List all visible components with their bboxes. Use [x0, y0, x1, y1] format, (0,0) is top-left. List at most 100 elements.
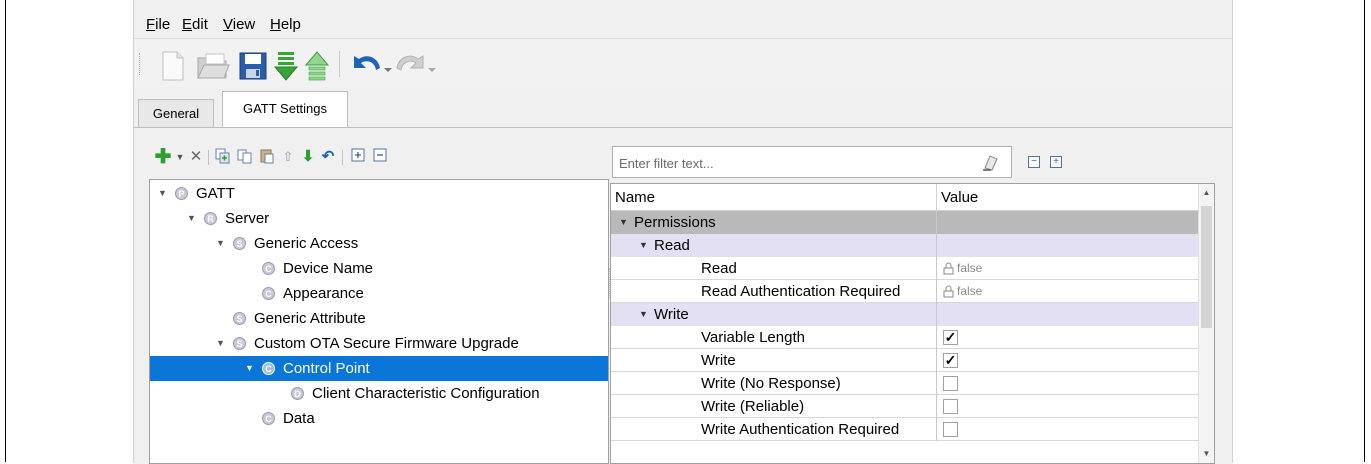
property-value: false [936, 257, 1198, 280]
menu-file[interactable]: File [146, 16, 170, 33]
tab-gatt-settings[interactable]: GATT Settings [222, 91, 348, 129]
scroll-down-icon[interactable]: ▼ [1201, 447, 1212, 461]
scroll-up-icon[interactable]: ▲ [1201, 186, 1212, 200]
property-value [936, 234, 1198, 257]
tree-item[interactable]: D Client Characteristic Configuration [150, 381, 608, 406]
property-name: Read [654, 237, 690, 254]
property-row[interactable]: Read false [611, 257, 1198, 280]
category-expand-icon[interactable]: ▼ [619, 211, 628, 234]
filter-input[interactable] [617, 151, 941, 175]
checkbox[interactable] [943, 422, 958, 437]
save-icon[interactable] [238, 50, 268, 82]
lock-icon [943, 285, 954, 298]
property-value[interactable] [936, 395, 1198, 418]
property-value[interactable]: ✓ [936, 326, 1198, 349]
node-type-icon: D [291, 387, 304, 400]
column-header-name[interactable]: Name [611, 184, 936, 211]
property-row[interactable]: Write Authentication Required [611, 418, 1198, 441]
property-name: Write [701, 352, 736, 369]
tree-item[interactable]: ▼ S Custom OTA Secure Firmware Upgrade [150, 331, 608, 356]
undo-icon[interactable] [349, 50, 380, 82]
delete-icon[interactable]: ✕ [187, 148, 205, 166]
vertical-scrollbar[interactable]: ▲ ▼ [1198, 184, 1214, 463]
redo-dropdown-icon[interactable] [426, 50, 438, 82]
collapse-properties-icon[interactable]: − [1028, 156, 1040, 168]
property-value[interactable] [936, 372, 1198, 395]
scrollbar-thumb[interactable] [1201, 206, 1212, 328]
expand-arrow-icon[interactable]: ▼ [216, 231, 226, 256]
node-type-icon: S [233, 237, 246, 250]
checkbox[interactable]: ✓ [943, 330, 958, 345]
tab-general[interactable]: General [138, 99, 214, 128]
tree-item-label: Custom OTA Secure Firmware Upgrade [254, 335, 519, 352]
property-category-row[interactable]: ▼ Write [611, 303, 1198, 326]
property-value[interactable] [936, 418, 1198, 441]
paste-icon[interactable] [258, 148, 276, 166]
tree-item[interactable]: ▼ R Server [150, 206, 608, 231]
tree-item[interactable]: C Device Name [150, 256, 608, 281]
gatt-tree[interactable]: ▼ P GATT ▼ R Server ▼ S Generic Access C Device Na… [149, 179, 609, 464]
menu-file-rest: ile [155, 16, 171, 33]
tree-item-label: Device Name [283, 260, 374, 277]
tree-item-label: Generic Access [254, 235, 359, 252]
property-name: Read Authentication Required [701, 283, 901, 300]
new-file-icon[interactable] [158, 50, 188, 82]
node-type-icon: C [262, 287, 275, 300]
undo-dropdown-icon[interactable] [382, 50, 394, 82]
main-toolbar [134, 39, 1232, 89]
property-name: Write Authentication Required [701, 421, 900, 438]
duplicate-icon[interactable] [214, 148, 232, 166]
category-expand-icon[interactable]: ▼ [639, 234, 648, 257]
clear-filter-icon[interactable] [981, 153, 999, 171]
property-row[interactable]: Write (Reliable) [611, 395, 1198, 418]
property-row[interactable]: Read Authentication Required false [611, 280, 1198, 303]
import-icon[interactable] [273, 50, 303, 82]
tree-item[interactable]: ▼ S Generic Access [150, 231, 608, 256]
tree-item-label: Client Characteristic Configuration [312, 385, 540, 402]
expand-properties-icon[interactable]: + [1050, 156, 1062, 168]
expand-arrow-icon[interactable]: ▼ [158, 181, 168, 206]
property-row[interactable]: Write ✓ [611, 349, 1198, 372]
move-down-icon[interactable]: ⬇ [299, 148, 317, 166]
move-up-icon[interactable]: ⇧ [279, 148, 297, 166]
expand-all-icon[interactable] [349, 148, 367, 166]
tree-item-label: Control Point [283, 360, 370, 377]
expand-arrow-icon[interactable]: ▼ [216, 331, 226, 356]
tab-general-label: General [152, 106, 200, 121]
tree-item-label: Server [225, 210, 270, 227]
export-icon[interactable] [304, 50, 334, 82]
property-category-row[interactable]: ▼ Permissions [611, 211, 1198, 234]
tree-item[interactable]: C Appearance [150, 281, 608, 306]
open-folder-icon[interactable] [196, 50, 230, 82]
menu-edit-rest: dit [192, 16, 208, 33]
property-row[interactable]: Variable Length ✓ [611, 326, 1198, 349]
copy-icon[interactable] [236, 148, 254, 166]
checkbox[interactable]: ✓ [943, 353, 958, 368]
menu-edit[interactable]: Edit [182, 16, 208, 33]
category-expand-icon[interactable]: ▼ [639, 303, 648, 326]
checkbox[interactable] [943, 376, 958, 391]
redo-icon[interactable] [394, 50, 424, 82]
collapse-all-icon[interactable] [371, 148, 389, 166]
menu-view[interactable]: View [223, 16, 255, 33]
revert-icon[interactable]: ↶ [319, 148, 337, 166]
checkbox[interactable] [943, 399, 958, 414]
expand-arrow-icon[interactable]: ▼ [245, 356, 255, 381]
tree-item[interactable]: ▼ C Control Point [150, 356, 608, 381]
property-name: Variable Length [701, 329, 805, 346]
property-row[interactable]: Write (No Response) [611, 372, 1198, 395]
property-value [936, 303, 1198, 326]
menu-help[interactable]: Help [270, 16, 301, 33]
expand-arrow-icon[interactable]: ▼ [187, 206, 197, 231]
property-value[interactable]: ✓ [936, 349, 1198, 372]
property-category-row[interactable]: ▼ Read [611, 234, 1198, 257]
tree-item[interactable]: ▼ P GATT [150, 181, 608, 206]
tree-item[interactable]: C Data [150, 406, 608, 431]
toolbar-grip[interactable] [139, 53, 142, 75]
tree-item[interactable]: S Generic Attribute [150, 306, 608, 331]
column-header-value[interactable]: Value [936, 184, 1198, 211]
tab-gatt-settings-label: GATT Settings [242, 101, 328, 116]
property-name: Write (Reliable) [701, 398, 805, 415]
node-type-icon: P [175, 187, 188, 200]
add-icon[interactable]: ✚ [154, 147, 172, 167]
